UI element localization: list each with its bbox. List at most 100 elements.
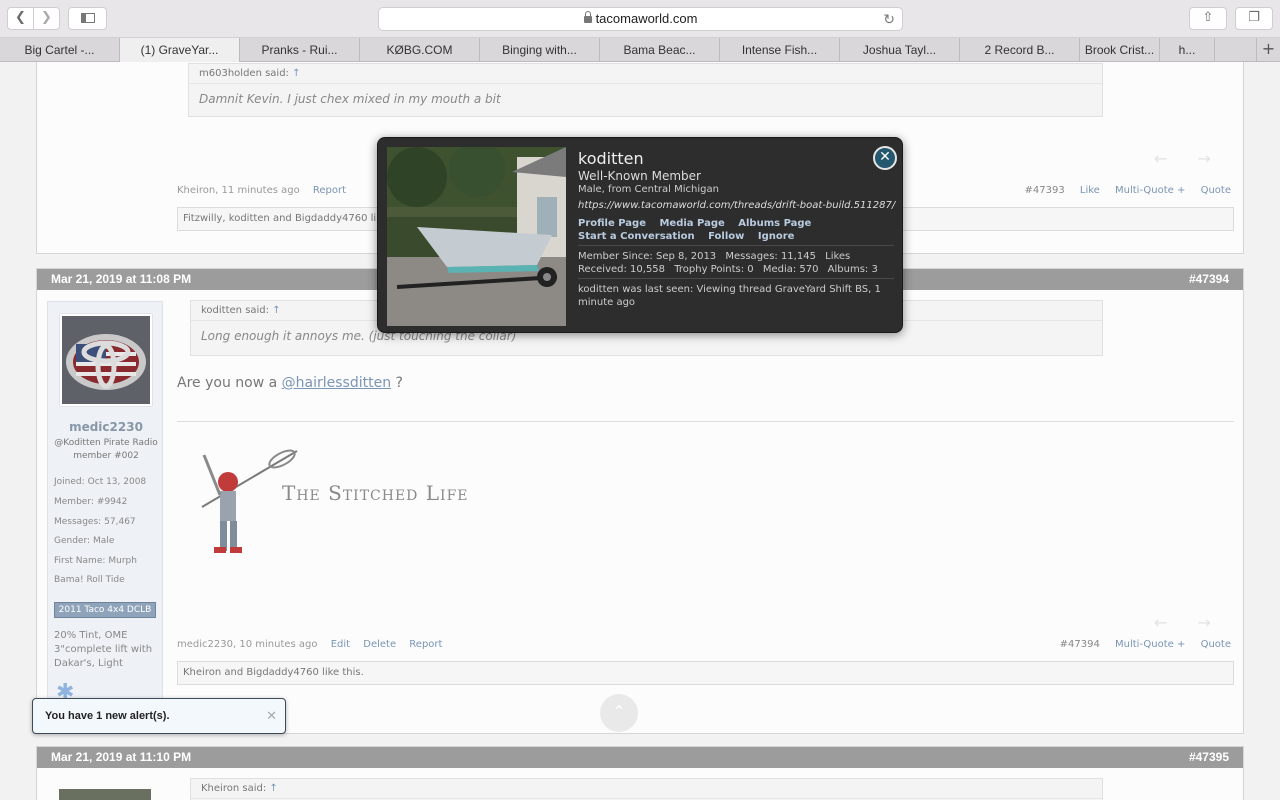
post-actions: #47393 Like Multi-Quote + Quote [1025, 185, 1232, 196]
close-popup-button[interactable]: ✕ [873, 146, 897, 170]
post-quote: Kheiron said: ↑ [190, 778, 1103, 800]
start-conversation-link[interactable]: Start a Conversation [578, 230, 695, 243]
like-link[interactable]: Like [1080, 185, 1100, 196]
tab-bar: Big Cartel -... (1) GraveYar... Pranks -… [0, 38, 1280, 62]
member-trophy-points: Trophy Points: 0 [674, 264, 754, 275]
post-nav-arrows: ←→ [1154, 613, 1241, 632]
member-messages: Messages: 11,145 [725, 251, 816, 262]
sidebar-toggle-button[interactable] [68, 7, 107, 30]
quote-link[interactable]: Quote [1201, 639, 1231, 650]
browser-toolbar: ❮ ❯ tacomaworld.com ↻ ⇧ ❐ [0, 0, 1280, 38]
user-gender: Gender: Male [54, 536, 115, 546]
media-page-link[interactable]: Media Page [659, 217, 724, 230]
quote-text: Damnit Kevin. I just chex mixed in my mo… [199, 92, 501, 106]
member-location: Male, from Central Michigan [578, 184, 719, 195]
quote-author: Kheiron said: [201, 783, 267, 794]
vehicle-note: 20% Tint, OME 3"complete lift with Dakar… [54, 630, 153, 669]
post-author[interactable]: medic2230, [177, 639, 236, 650]
member-stats: Member Since: Sep 8, 2013 Messages: 11,1… [578, 245, 894, 276]
avatar[interactable] [60, 314, 152, 406]
username[interactable]: medic2230 [48, 420, 164, 434]
user-extra: Bama! Roll Tide [54, 575, 125, 585]
member-last-seen: koditten was last seen: Viewing thread G… [578, 278, 894, 309]
plus-icon: + [1261, 39, 1276, 58]
tab-graveyard[interactable]: (1) GraveYar... [120, 38, 240, 62]
member-actions: Profile Page Media Page Albums Page Star… [578, 217, 898, 243]
post-author[interactable]: Kheiron, [177, 185, 218, 196]
tab-kobg[interactable]: KØBG.COM [360, 38, 480, 62]
tab-record[interactable]: 2 Record B... [960, 38, 1080, 62]
post-date: Mar 21, 2019 at 11:10 PM [51, 750, 192, 764]
user-info-panel: medic2230 @Koditten Pirate Radio member … [47, 301, 163, 731]
albums-page-link[interactable]: Albums Page [738, 217, 811, 230]
share-icon: ⇧ [1202, 10, 1214, 25]
tab-big-cartel[interactable]: Big Cartel -... [0, 38, 120, 62]
multiquote-link[interactable]: Multi-Quote + [1115, 639, 1185, 650]
follow-link[interactable]: Follow [708, 230, 744, 243]
show-tabs-button[interactable]: ❐ [1235, 7, 1273, 30]
quote-author: koditten said: [201, 305, 270, 316]
member-signature-link[interactable]: https://www.tacomaworld.com/threads/drif… [578, 200, 895, 211]
back-button[interactable]: ❮ [7, 7, 34, 30]
tab-joshua[interactable]: Joshua Tayl... [840, 38, 960, 62]
post-number[interactable]: #47393 [1025, 185, 1065, 196]
report-link[interactable]: Report [409, 639, 442, 650]
post-number[interactable]: #47395 [1189, 747, 1229, 768]
quote-jump-icon[interactable]: ↑ [269, 783, 277, 794]
tab-pranks[interactable]: Pranks - Rui... [240, 38, 360, 62]
ignore-link[interactable]: Ignore [758, 230, 795, 243]
member-card-popup: koditten Well-Known Member Male, from Ce… [377, 137, 903, 333]
multiquote-link[interactable]: Multi-Quote + [1115, 185, 1185, 196]
post-47394: Mar 21, 2019 at 11:08 PM #47394 medic223… [36, 268, 1244, 734]
delete-link[interactable]: Delete [363, 639, 396, 650]
vehicle-badge: 2011 Taco 4x4 DCLB [54, 602, 156, 618]
post-date: Mar 21, 2019 at 11:08 PM [51, 272, 192, 286]
toyota-flag-logo-icon [62, 316, 150, 404]
user-mention-link[interactable]: @hairlessditten [282, 375, 391, 391]
chevron-left-icon: ❮ [15, 10, 26, 25]
user-member-number: Member: #9942 [54, 497, 128, 507]
post-header: Mar 21, 2019 at 11:10 PM #47395 [37, 747, 1243, 768]
member-name[interactable]: koditten [578, 149, 644, 168]
alert-text: You have 1 new alert(s). [45, 710, 170, 722]
lock-icon [583, 11, 592, 23]
tab-binging[interactable]: Binging with... [480, 38, 600, 62]
post-time[interactable]: 11 minutes ago [222, 185, 300, 196]
member-since: Member Since: Sep 8, 2013 [578, 251, 717, 262]
reload-icon[interactable]: ↻ [883, 8, 895, 30]
member-photo[interactable] [387, 147, 566, 326]
tabs-icon: ❐ [1248, 10, 1260, 25]
chevron-up-icon: ⌃ [612, 702, 626, 721]
address-bar[interactable]: tacomaworld.com ↻ [378, 7, 903, 31]
member-rank: Well-Known Member [578, 169, 701, 183]
close-icon: ✕ [879, 149, 891, 165]
quote-link[interactable]: Quote [1201, 185, 1231, 196]
forward-button[interactable]: ❯ [33, 7, 60, 30]
post-number[interactable]: #47394 [1189, 269, 1229, 290]
new-tab-button[interactable]: + [1256, 38, 1280, 62]
post-meta: Kheiron, 11 minutes ago Report [177, 185, 346, 196]
post-actions: #47394 Multi-Quote + Quote [1060, 639, 1231, 650]
quote-jump-icon[interactable]: ↑ [292, 68, 300, 79]
quote-jump-icon[interactable]: ↑ [272, 305, 280, 316]
tab-bama-beach[interactable]: Bama Beac... [600, 38, 720, 62]
signature-divider [177, 421, 1234, 422]
share-button[interactable]: ⇧ [1189, 7, 1227, 30]
post-meta: medic2230, 10 minutes ago Edit Delete Re… [177, 639, 442, 650]
profile-page-link[interactable]: Profile Page [578, 217, 646, 230]
avatar[interactable] [59, 789, 151, 800]
tab-brook[interactable]: Brook Crist... [1080, 38, 1160, 62]
user-title: @Koditten Pirate Radio member #002 [54, 438, 158, 461]
tab-h[interactable]: h... [1160, 38, 1215, 62]
drift-boat-photo-image [387, 147, 566, 326]
likes-summary: Kheiron and Bigdaddy4760 like this. [177, 661, 1234, 685]
post-number-footer[interactable]: #47394 [1060, 639, 1100, 650]
close-icon[interactable]: ✕ [266, 699, 277, 733]
scroll-to-top-button[interactable]: ⌃ [600, 694, 638, 732]
edit-link[interactable]: Edit [331, 639, 350, 650]
post-time[interactable]: 10 minutes ago [239, 639, 317, 650]
report-link[interactable]: Report [313, 185, 346, 196]
tab-intense-fish[interactable]: Intense Fish... [720, 38, 840, 62]
post-quote: m603holden said: ↑ Damnit Kevin. I just … [188, 63, 1103, 117]
new-alert-notification[interactable]: You have 1 new alert(s). ✕ [32, 698, 286, 734]
